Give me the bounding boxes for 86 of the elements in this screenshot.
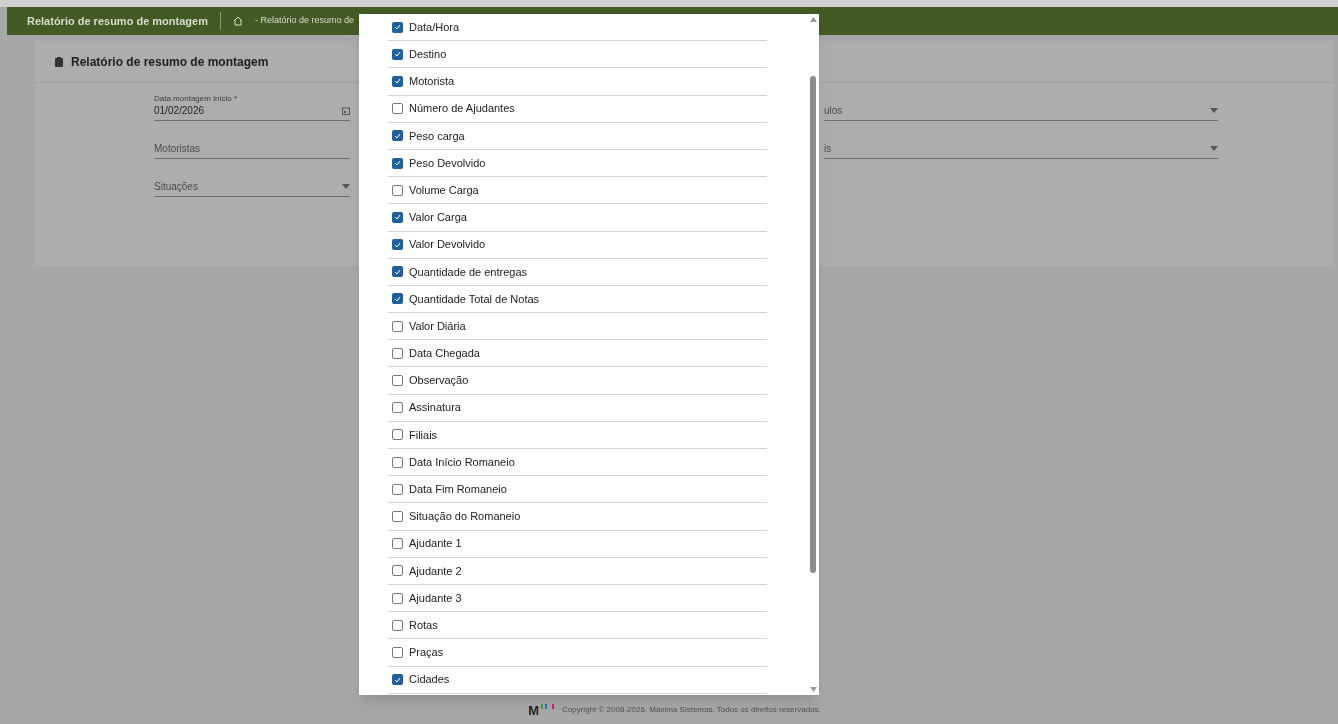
column-option[interactable]: Data Fim Romaneio — [388, 476, 767, 504]
checkbox[interactable] — [392, 565, 403, 577]
check-icon — [394, 51, 401, 58]
check-icon — [394, 24, 401, 31]
copyright-text: Copyright © 2008-2026. Máxima Sistemas. Todos os direitos reservados. — [562, 704, 821, 716]
checkbox[interactable] — [392, 293, 403, 305]
check-icon — [394, 268, 401, 275]
column-option[interactable]: Valor Devolvido — [388, 231, 767, 259]
field-placeholder: ulos — [824, 104, 843, 118]
column-option[interactable]: Quantidade Total de Notas — [388, 285, 767, 314]
card-title: Relatório de resumo de montagem — [71, 53, 269, 71]
field-value: 01/02/2026 — [154, 104, 205, 118]
column-option[interactable]: Data/Hora — [388, 14, 767, 42]
checkbox[interactable] — [392, 619, 403, 631]
checkbox[interactable] — [392, 320, 403, 332]
column-option[interactable]: Data Chegada — [388, 340, 767, 368]
date-field[interactable]: Data montagem início * 01/02/2026 — [154, 97, 350, 121]
checkbox[interactable] — [392, 21, 403, 33]
column-option[interactable]: Valor Diária — [388, 313, 767, 341]
column-option[interactable]: Assinatura — [388, 394, 767, 422]
checkbox[interactable] — [392, 510, 403, 522]
caret-icon — [342, 184, 350, 189]
checkbox[interactable] — [392, 103, 403, 115]
column-option[interactable]: Ajudante 2 — [388, 557, 767, 585]
checkbox[interactable] — [392, 130, 403, 142]
checkbox[interactable] — [392, 646, 403, 658]
checkbox[interactable] — [392, 538, 403, 550]
column-option[interactable]: Praças — [388, 639, 767, 667]
checkbox[interactable] — [392, 184, 403, 196]
column-option[interactable]: Rotas — [388, 612, 767, 640]
select-field[interactable]: is — [824, 135, 1218, 159]
checkbox[interactable] — [392, 48, 403, 60]
checkbox[interactable] — [392, 429, 403, 441]
select-field[interactable]: ulos — [824, 97, 1218, 121]
checkbox[interactable] — [392, 211, 403, 223]
column-option[interactable]: Situação do Romaneio — [388, 503, 767, 531]
column-option[interactable]: Volume Carga — [388, 177, 767, 205]
checkbox[interactable] — [392, 402, 403, 414]
column-option[interactable]: Observação — [388, 367, 767, 395]
scrollbar[interactable] — [807, 14, 819, 695]
column-option[interactable]: Motorista — [388, 68, 767, 96]
column-option[interactable]: Data Início Romaneio — [388, 449, 767, 477]
checkbox[interactable] — [392, 375, 403, 387]
field-placeholder: Situações — [154, 180, 198, 194]
checkbox[interactable] — [392, 266, 403, 278]
input-field[interactable]: Motoristas — [154, 135, 350, 159]
field-placeholder: is — [824, 142, 832, 156]
header-title: Relatório de resumo de montagem — [27, 13, 208, 29]
home-icon[interactable] — [232, 16, 243, 26]
checkbox[interactable] — [392, 456, 403, 468]
checkbox[interactable] — [392, 157, 403, 169]
scroll-up-icon[interactable] — [809, 17, 817, 22]
column-option[interactable]: Peso carga — [388, 122, 767, 150]
column-option[interactable]: Cidades — [388, 666, 767, 694]
calendar-icon — [342, 106, 350, 115]
check-icon — [394, 295, 401, 302]
check-icon — [394, 78, 401, 85]
field-placeholder: Motoristas — [154, 142, 201, 156]
check-icon — [394, 676, 401, 683]
checkbox[interactable] — [392, 592, 403, 604]
company-logo: M — [528, 703, 555, 717]
check-icon — [394, 214, 401, 221]
scroll-down-icon[interactable] — [809, 687, 817, 692]
column-option[interactable]: Valor Carga — [388, 204, 767, 232]
field-label: Data montagem início * — [154, 94, 239, 103]
column-option[interactable]: Ajudante 1 — [388, 530, 767, 558]
checkbox[interactable] — [392, 75, 403, 87]
clipboard-icon — [55, 56, 63, 67]
column-option[interactable]: Destino — [388, 41, 767, 69]
check-icon — [394, 241, 401, 248]
column-option[interactable]: Peso Devolvido — [388, 149, 767, 178]
checkbox[interactable] — [392, 674, 403, 686]
checkbox[interactable] — [392, 239, 403, 251]
scroll-thumb[interactable] — [810, 76, 816, 573]
checkbox[interactable] — [392, 347, 403, 359]
caret-icon — [1210, 108, 1218, 113]
column-option[interactable]: Filiais — [388, 421, 767, 449]
column-option[interactable]: Quantidade de entregas — [388, 258, 767, 286]
column-option[interactable]: Número de Ajudantes — [388, 95, 767, 123]
check-icon — [394, 132, 401, 139]
column-option[interactable]: Ajudante 3 — [388, 584, 767, 613]
caret-icon — [1210, 146, 1218, 151]
check-icon — [394, 160, 401, 167]
checkbox[interactable] — [392, 483, 403, 495]
breadcrumb-link[interactable]: - Relatório de resumo de — [254, 14, 354, 28]
select-field[interactable]: Situações — [154, 173, 350, 197]
